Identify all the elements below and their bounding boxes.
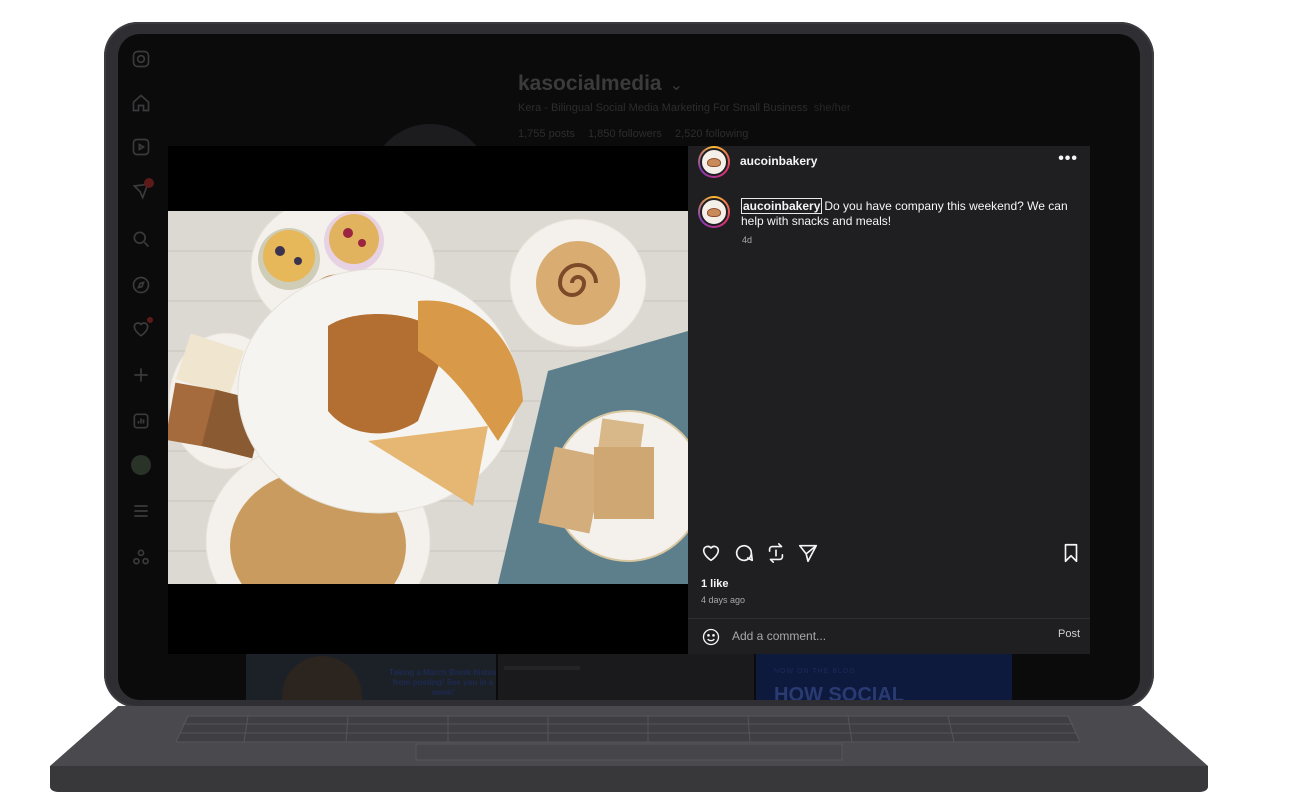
post-actions <box>688 542 1090 566</box>
caption-avatar[interactable] <box>698 196 730 228</box>
laptop-base <box>48 704 1210 794</box>
threads-icon[interactable] <box>130 546 152 568</box>
posts-count: 1,755 posts <box>518 128 575 140</box>
chevron-down-icon[interactable]: ⌄ <box>670 77 683 94</box>
stage: kasocialmedia ⌄ Kera - Bilingual Social M… <box>0 0 1290 800</box>
notifications-icon[interactable] <box>130 317 153 340</box>
followers-count[interactable]: 1,850 followers <box>588 128 662 140</box>
grid-post-tile[interactable] <box>498 654 754 700</box>
bakery-logo-icon <box>707 207 721 217</box>
profile-stats: 1,755 posts 1,850 followers 2,520 follow… <box>518 128 758 140</box>
instagram-sidebar <box>118 34 164 700</box>
caption-username[interactable]: aucoinbakery <box>741 198 823 214</box>
messages-icon[interactable] <box>130 178 154 202</box>
bakery-logo-icon <box>707 157 721 167</box>
profile-avatar[interactable] <box>130 454 152 476</box>
create-icon[interactable] <box>130 364 152 386</box>
post-photo[interactable] <box>168 211 688 584</box>
more-options-icon[interactable]: ••• <box>1058 150 1078 168</box>
explore-icon[interactable] <box>130 274 152 296</box>
notification-badge <box>144 178 154 188</box>
repost-icon[interactable] <box>765 542 787 564</box>
profile-bio: Kera - Bilingual Social Media Marketing … <box>518 102 851 114</box>
post-comment-button[interactable]: Post <box>1058 628 1080 640</box>
grid-post-tile[interactable]: Taking a March Break hiatus from posting… <box>246 654 496 700</box>
reels-icon[interactable] <box>130 136 152 158</box>
search-icon[interactable] <box>130 228 152 250</box>
comment-input[interactable] <box>732 625 1032 647</box>
following-count[interactable]: 2,520 following <box>675 128 748 140</box>
bakery-photo-illustration <box>168 211 688 584</box>
like-icon[interactable] <box>700 542 722 564</box>
comment-bar: Post <box>688 619 1090 654</box>
post-header: aucoinbakery ••• <box>688 146 1090 178</box>
post-caption: aucoinbakery Do you have company this wee… <box>741 198 1076 229</box>
emoji-icon[interactable] <box>701 627 721 647</box>
caption-timestamp: 4d <box>742 235 753 245</box>
likes-count[interactable]: 1 like <box>701 578 729 590</box>
save-bookmark-icon[interactable] <box>1060 542 1082 564</box>
menu-icon[interactable] <box>130 500 152 522</box>
notification-dot <box>147 317 153 323</box>
keyboard-deck <box>50 706 1208 792</box>
author-avatar[interactable] <box>698 146 730 178</box>
instagram-icon[interactable] <box>130 48 152 70</box>
share-icon[interactable] <box>797 542 819 564</box>
person-photo <box>282 656 362 700</box>
post-media-panel <box>168 146 688 654</box>
grid-post-tile[interactable]: NOW ON THE BLOG HOW SOCIAL <box>756 654 1012 700</box>
home-icon[interactable] <box>130 92 152 114</box>
author-username[interactable]: aucoinbakery <box>740 154 817 168</box>
dashboard-icon[interactable] <box>130 410 152 432</box>
comment-icon[interactable] <box>733 542 755 564</box>
profile-username[interactable]: kasocialmedia ⌄ <box>518 72 683 96</box>
post-date: 4 days ago <box>701 595 746 605</box>
laptop-screen: kasocialmedia ⌄ Kera - Bilingual Social M… <box>118 34 1140 700</box>
post-details-panel: aucoinbakery ••• aucoinbakery Do you have… <box>688 146 1090 654</box>
